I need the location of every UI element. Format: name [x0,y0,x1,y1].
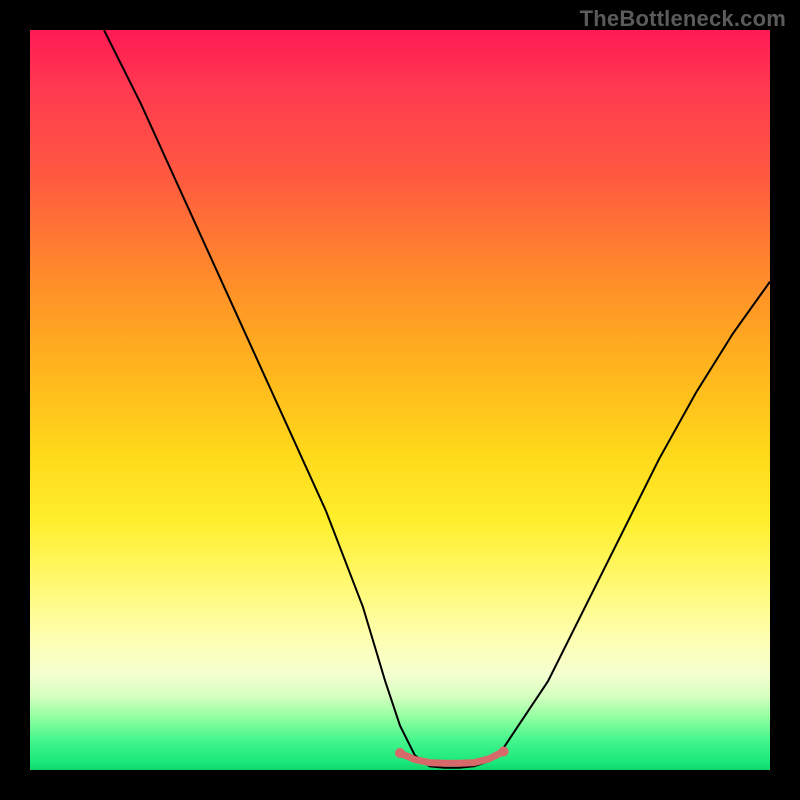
chart-stage: TheBottleneck.com [0,0,800,800]
plot-area [30,30,770,770]
marker-path [400,752,504,764]
marker-start-dot [395,748,405,758]
marker-end-dot [499,747,509,757]
watermark-text: TheBottleneck.com [580,6,786,32]
curve-path [104,30,770,768]
chart-svg [30,30,770,770]
